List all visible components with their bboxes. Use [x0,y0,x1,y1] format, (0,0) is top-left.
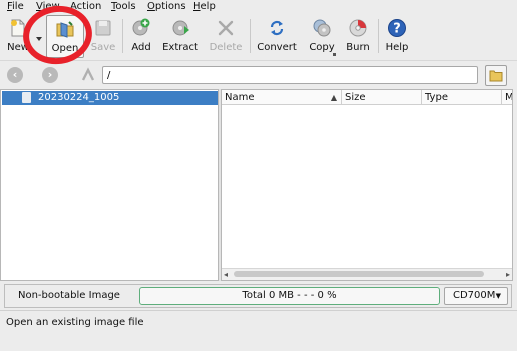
menu-view[interactable]: View [36,0,60,13]
copy-discs-icon [313,19,331,37]
column-name-label: Name [225,92,255,103]
progress-text: Total 0 MB - - - 0 % [242,290,337,301]
menu-bar: File View Action Tools Options Help [0,0,517,13]
scroll-left-icon[interactable]: ◂ [224,269,228,280]
extract-label: Extract [162,42,198,53]
convert-button[interactable]: Convert [254,15,300,58]
extract-icon [172,20,189,36]
delete-label: Delete [209,42,243,53]
scrollbar-thumb[interactable] [234,271,484,277]
scroll-right-icon[interactable]: ▸ [506,269,510,280]
add-button[interactable]: Add [127,15,155,58]
forward-button[interactable]: › [42,67,58,83]
image-tree[interactable]: 20230224_1005 [0,89,219,281]
browse-folder-button[interactable] [485,65,507,86]
burn-button[interactable]: Burn [343,15,373,58]
help-question-icon: ? [388,19,406,37]
media-size-value: CD700M [453,290,496,301]
capacity-progress-bar: Total 0 MB - - - 0 % [139,287,440,305]
location-bar: ‹ › [0,61,517,89]
status-panel: Non-bootable Image Total 0 MB - - - 0 % … [4,284,512,308]
menu-options[interactable]: Options [147,0,186,13]
toolbar-separator [378,19,379,53]
add-icon [132,18,150,36]
convert-label: Convert [257,42,297,53]
back-button[interactable]: ‹ [7,67,23,83]
menu-file[interactable]: File [7,0,24,13]
hint-bar: Open an existing image file [0,310,517,335]
help-label: Help [385,42,409,53]
forward-arrow-icon: › [47,68,53,81]
save-button[interactable]: Save [88,15,118,58]
path-input[interactable] [102,66,478,84]
new-button[interactable]: New [4,15,32,58]
burn-disc-icon [349,19,367,37]
menu-action[interactable]: Action [70,0,101,13]
delete-button[interactable]: Delete [206,15,246,58]
column-header-modified[interactable]: M [502,90,513,105]
menu-tools[interactable]: Tools [111,0,136,13]
media-size-select[interactable]: CD700M ▼ [444,287,508,305]
back-arrow-icon: ‹ [12,68,18,81]
open-folder-icon [56,21,74,38]
svg-text:?: ? [393,22,401,37]
open-button[interactable]: Open [46,15,84,58]
copy-dropdown-indicator [333,53,336,56]
dropdown-arrow-icon [36,37,42,41]
column-size-label: Size [345,92,366,103]
column-header-size[interactable]: Size [342,90,422,105]
tree-item-root[interactable]: 20230224_1005 [2,91,218,105]
extract-button[interactable]: Extract [160,15,200,58]
column-modified-label: M [505,92,513,103]
new-dropdown-button[interactable] [34,15,44,58]
column-header-name[interactable]: Name ▲ [222,90,342,105]
new-label: New [7,42,29,53]
sort-ascending-icon: ▲ [330,93,337,102]
delete-x-icon [218,20,234,36]
toolbar: New Open Save Add Extract Delete Convert… [0,13,517,61]
tree-item-label: 20230224_1005 [38,92,120,103]
menu-help[interactable]: Help [193,0,216,13]
toolbar-separator [250,19,251,53]
column-type-label: Type [425,92,448,103]
save-disk-icon [95,20,111,36]
chevron-down-icon: ▼ [495,292,501,300]
copy-button[interactable]: Copy [305,15,339,58]
horizontal-scrollbar[interactable]: ◂ ▸ [222,268,512,280]
burn-label: Burn [346,42,370,53]
convert-arrows-icon [270,20,284,36]
up-folder-icon[interactable] [80,67,96,83]
column-header-type[interactable]: Type [422,90,502,105]
help-button[interactable]: ? Help [383,15,411,58]
cd-image-icon [22,92,31,103]
boot-status-label: Non-bootable Image [18,290,120,301]
toolbar-separator [122,19,123,53]
folder-icon [489,70,503,82]
file-list[interactable]: Name ▲ Size Type M ◂ ▸ [221,89,513,281]
save-label: Save [90,42,116,53]
new-document-icon [11,19,25,37]
hint-text: Open an existing image file [6,317,144,328]
add-label: Add [131,42,151,53]
open-label: Open [51,43,79,54]
